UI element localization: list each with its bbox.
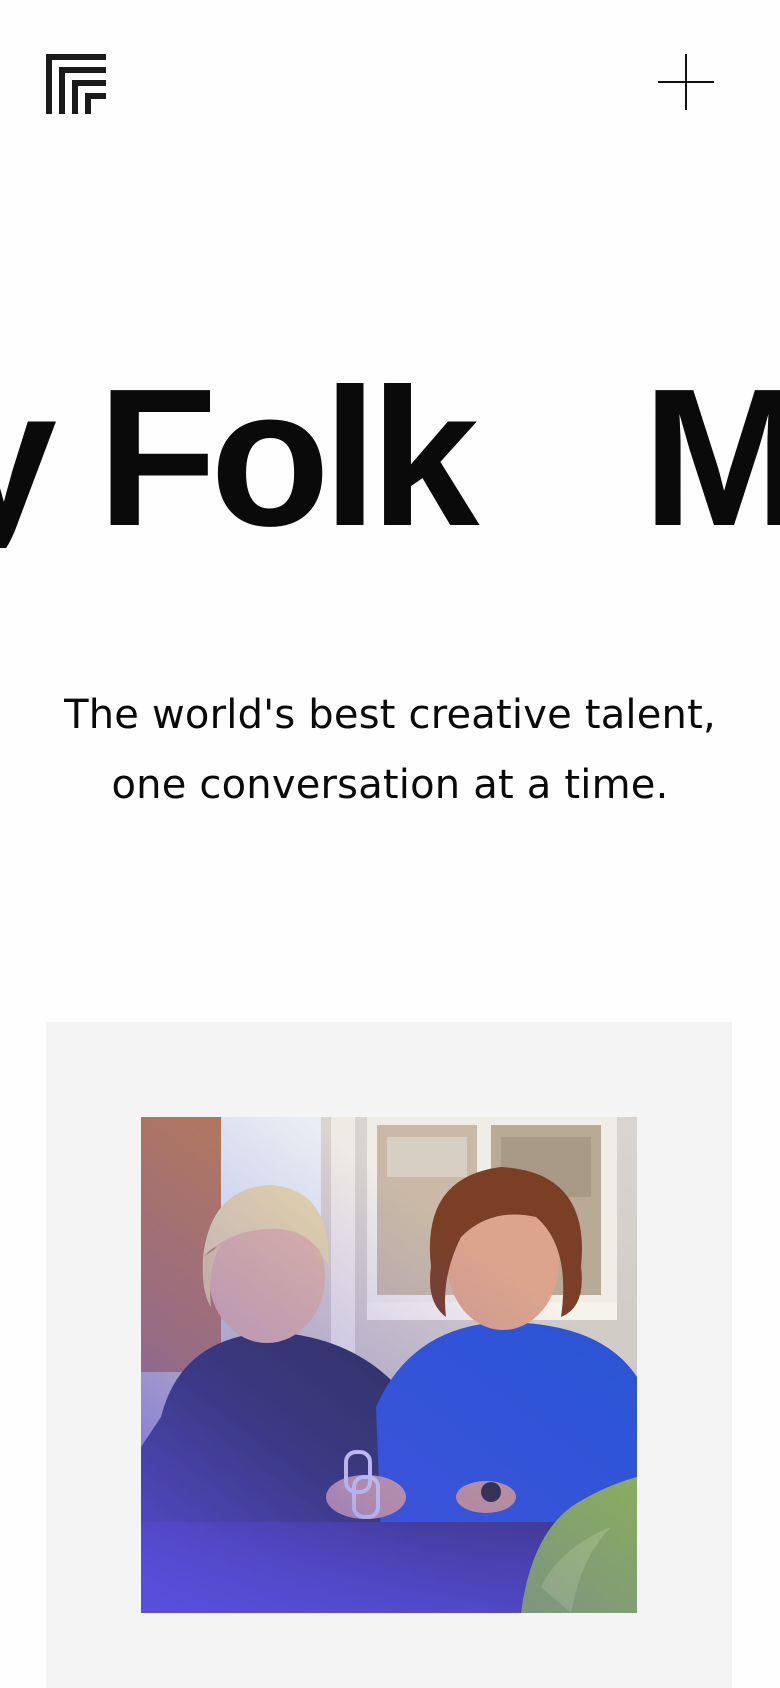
plus-icon [658, 54, 714, 110]
feature-card[interactable] [46, 1022, 732, 1688]
page: y Folk Ma The world's best creative talen… [0, 0, 780, 1688]
marquee-word: Ma [642, 368, 780, 548]
tagline: The world's best creative talent, one co… [30, 680, 750, 820]
marquee-track: y Folk Ma [0, 368, 780, 548]
marquee-word: y Folk [0, 368, 479, 548]
two-women-portrait-image [141, 1117, 637, 1613]
menu-button[interactable] [654, 50, 718, 114]
ff-monogram-logo-icon [46, 54, 106, 114]
tagline-line-1: The world's best creative talent, [64, 692, 716, 738]
headline-marquee: y Folk Ma [0, 368, 780, 548]
tagline-line-2: one conversation at a time. [111, 762, 669, 808]
site-logo[interactable] [46, 54, 106, 114]
feature-photo[interactable] [141, 1117, 637, 1613]
